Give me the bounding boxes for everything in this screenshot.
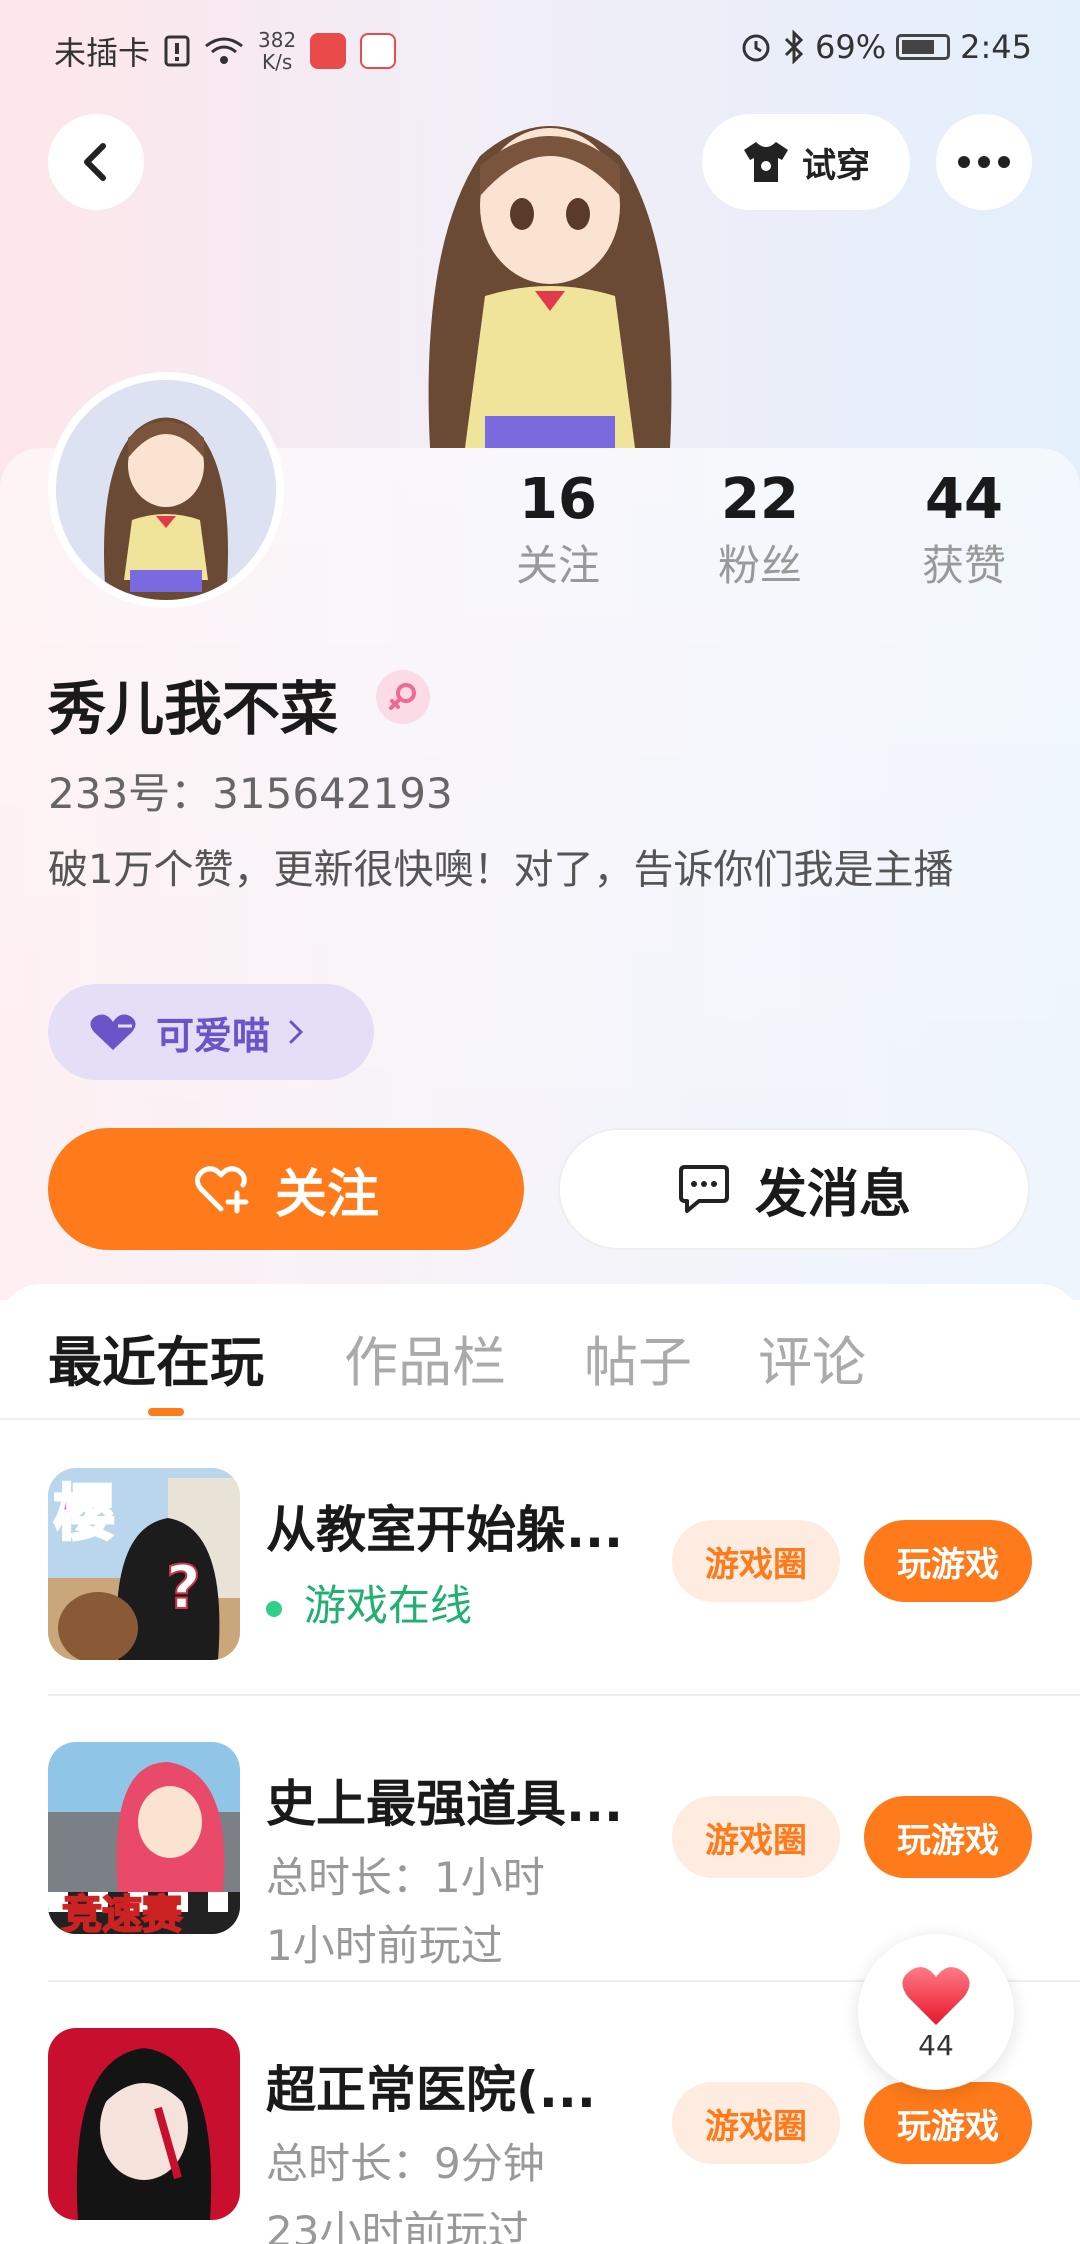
play-game-button[interactable]: 玩游戏 [864, 1520, 1032, 1602]
tab-comments[interactable]: 评论 [758, 1318, 866, 1397]
chevron-right-icon [289, 1020, 304, 1044]
username: 秀儿我不菜 [48, 675, 339, 743]
last-played: 1小时前玩过 [266, 1921, 503, 1970]
shirt-icon [744, 142, 788, 182]
game-icon: 竞速赛 [48, 1742, 240, 1934]
heart-icon [902, 1966, 970, 2025]
network-speed: 382 K/s [258, 28, 297, 74]
svg-text:樱: 樱 [54, 1479, 114, 1549]
tab-works[interactable]: 作品栏 [344, 1318, 506, 1397]
game-icon: ? 樱 [48, 1468, 240, 1660]
svg-text:竞速赛: 竞速赛 [62, 1892, 183, 1934]
heart-plus-icon [194, 1166, 249, 1214]
bluetooth-icon [784, 30, 804, 64]
likes-count: 44 [925, 467, 1003, 532]
row-divider [48, 1694, 1080, 1696]
back-button[interactable] [48, 114, 144, 210]
fans-count: 22 [721, 467, 799, 532]
chat-bubble-icon [678, 1165, 729, 1213]
play-duration: 总时长：1小时 [266, 1853, 545, 1902]
following-count: 16 [519, 467, 597, 532]
stat-fans[interactable]: 22 粉丝 [680, 462, 840, 594]
game-circle-button[interactable]: 游戏圈 [672, 1796, 840, 1878]
female-gender-icon [376, 670, 430, 724]
tab-recently-played[interactable]: 最近在玩 [48, 1318, 264, 1397]
follow-label: 关注 [274, 1164, 379, 1225]
game-title: 从教室开始躲... [266, 1501, 623, 1559]
more-icon [958, 156, 1010, 168]
last-played: 23小时前玩过 [266, 2207, 530, 2244]
like-count: 44 [918, 2028, 954, 2062]
svg-text:?: ? [166, 1553, 201, 1623]
more-button[interactable] [936, 114, 1032, 210]
message-button[interactable]: 发消息 [558, 1128, 1030, 1250]
message-label: 发消息 [754, 1164, 911, 1225]
user-id: 233号：315642193 [48, 769, 453, 818]
stat-following[interactable]: 16 关注 [478, 462, 638, 594]
game-icon [48, 2028, 240, 2220]
play-game-button[interactable]: 玩游戏 [864, 1796, 1032, 1878]
personality-tag[interactable]: 可爱喵 [48, 984, 374, 1080]
video-app-icon [360, 33, 397, 69]
clock: 2:45 [960, 28, 1032, 66]
battery-percent: 69% [815, 28, 887, 66]
character-figure [390, 96, 710, 448]
wifi-icon [205, 37, 243, 64]
status-bar: 未插卡 382 K/s 69% 2:45 [0, 0, 1080, 96]
game-circle-button[interactable]: 游戏圈 [672, 2082, 840, 2164]
avatar[interactable] [48, 372, 284, 608]
tag-label: 可爱喵 [156, 1013, 271, 1058]
chevron-left-icon [84, 143, 106, 181]
follow-button[interactable]: 关注 [48, 1128, 524, 1250]
try-on-button[interactable]: 试穿 [702, 114, 910, 210]
play-game-button[interactable]: 玩游戏 [864, 2082, 1032, 2164]
battery-icon [896, 34, 951, 60]
tabs-divider [0, 1418, 1080, 1420]
heart-icon [90, 1014, 136, 1050]
try-on-label: 试穿 [802, 145, 870, 186]
carrier-text: 未插卡 [54, 34, 151, 72]
fans-label: 粉丝 [717, 541, 802, 590]
likes-label: 获赞 [921, 541, 1006, 590]
online-dot [266, 1600, 282, 1617]
floating-like-button[interactable]: 44 [858, 1934, 1014, 2090]
tab-indicator [148, 1408, 184, 1416]
game-title: 超正常医院(... [266, 2061, 596, 2119]
sim-alert-icon [164, 35, 190, 67]
bio: 破1万个赞，更新很快噢！对了，告诉你们我是主播 [48, 847, 954, 893]
stat-likes[interactable]: 44 获赞 [884, 462, 1044, 594]
following-label: 关注 [515, 541, 600, 590]
online-status: 游戏在线 [266, 1572, 472, 1633]
alarm-icon [742, 34, 770, 62]
game-circle-button[interactable]: 游戏圈 [672, 1520, 840, 1602]
play-duration: 总时长：9分钟 [266, 2139, 545, 2188]
game-title: 史上最强道具... [266, 1775, 623, 1833]
huawei-app-icon [310, 33, 347, 69]
game-row[interactable]: ? 樱 从教室开始躲... 游戏在线 游戏圈 玩游戏 [0, 1468, 1080, 1728]
tab-posts[interactable]: 帖子 [584, 1318, 692, 1397]
